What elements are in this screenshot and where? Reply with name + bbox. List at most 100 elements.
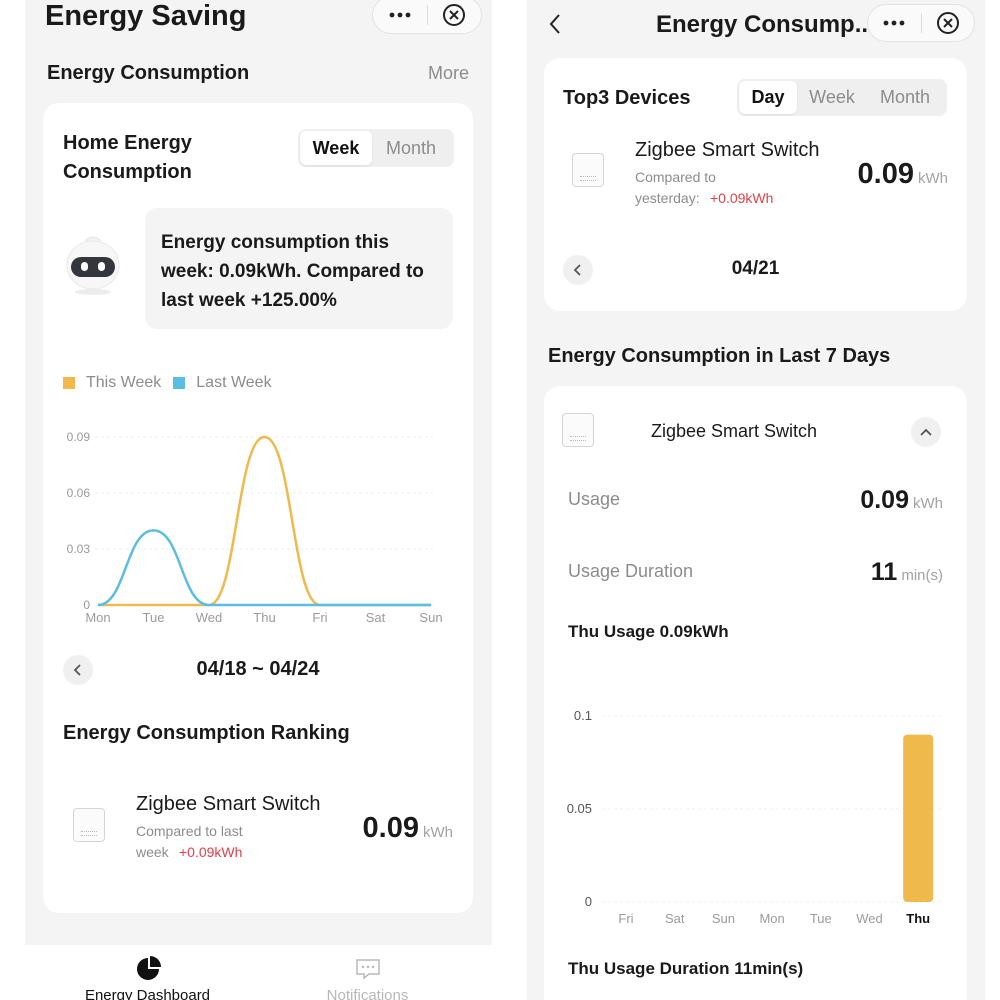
daily-bar-chart: 0.1 0.05 0 Fri Sat Sun Mon Tue Wed Thu	[567, 708, 944, 926]
x-tick-label: Fri	[618, 911, 633, 926]
x-tick-label: Sun	[712, 911, 735, 926]
more-link[interactable]: More	[428, 63, 469, 84]
x-tick-label: Sat	[665, 911, 685, 926]
duration-label: Usage Duration	[568, 561, 694, 581]
ranking-value-unit: kWh	[423, 824, 453, 841]
close-circle-icon	[936, 12, 959, 34]
right-phone-screen: Energy Consump... Top3 Devices Day Week …	[527, 0, 985, 1000]
top-device-value-number: 0.09	[857, 158, 914, 190]
duration-caption: Thu Usage Duration 11min(s)	[568, 959, 804, 978]
ranking-value-number: 0.09	[362, 812, 419, 844]
duration-value: 11 min(s)	[871, 558, 943, 587]
top-device-compare-delta: +0.09kWh	[710, 190, 774, 206]
smart-switch-icon	[562, 413, 594, 447]
close-button[interactable]	[427, 0, 481, 33]
nav-notifications-label: Notifications	[326, 987, 409, 1000]
device-detail-header[interactable]: Zigbee Smart Switch	[544, 401, 967, 461]
nav-energy-dashboard-label: Energy Dashboard	[84, 987, 211, 1000]
nav-energy-dashboard[interactable]: Energy Dashboard	[65, 945, 230, 1000]
more-dots-icon	[883, 20, 905, 26]
more-dots-icon	[389, 12, 411, 18]
legend-swatch-last-week	[173, 377, 186, 389]
pie-chart-icon	[137, 956, 161, 980]
ranking-list-item[interactable]: Zigbee Smart Switch Compared to last wee…	[43, 783, 473, 873]
usage-value: 0.09 kWh	[860, 486, 943, 515]
x-tick-label: Wed	[856, 911, 883, 926]
last7-title: Energy Consumption in Last 7 Days	[548, 345, 891, 367]
y-tick-label: 0.05	[567, 801, 592, 816]
x-tick-label: Sun	[419, 610, 442, 625]
more-options-button[interactable]	[373, 0, 427, 33]
mini-program-capsule-right	[867, 4, 975, 42]
message-bubble-icon	[356, 959, 380, 980]
period-switch: Week Month	[298, 129, 454, 167]
top-device-value: 0.09 kWh	[858, 158, 948, 191]
summary-bubble: Energy consumption this week: 0.09kWh. C…	[145, 208, 453, 329]
usage-label: Usage	[568, 489, 621, 509]
legend-this-week: This Week	[86, 374, 162, 391]
top3-devices-card: Top3 Devices Day Week Month Zigbee Smart…	[544, 58, 967, 311]
ranking-device-name: Zigbee Smart Switch	[136, 793, 321, 815]
top3-title: Top3 Devices	[563, 87, 691, 109]
chevron-up-icon	[920, 428, 932, 436]
left-phone-screen: Energy Saving Energy Consumption More Ho…	[25, 0, 492, 1000]
nav-notifications[interactable]: Notifications	[310, 945, 425, 1000]
smart-switch-icon	[73, 808, 105, 842]
bar-thu	[903, 734, 934, 902]
series-line-last-week	[97, 529, 431, 607]
y-tick-label: 0.09	[67, 430, 91, 444]
ranking-compare-label: Compared to last	[136, 823, 243, 839]
selected-date: 04/21	[731, 258, 780, 279]
ranking-title: Energy Consumption Ranking	[63, 722, 350, 744]
top-device-compare-label-2: yesterday:	[635, 190, 700, 206]
tab-day[interactable]: Day	[739, 81, 797, 114]
x-tick-label: Tue	[810, 911, 832, 926]
app-title: Energy Saving	[45, 0, 247, 32]
ranking-value: 0.09 kWh	[363, 812, 453, 845]
close-button-right[interactable]	[921, 5, 974, 41]
detail-device-name: Zigbee Smart Switch	[651, 421, 818, 441]
x-tick-label: Fri	[312, 610, 327, 625]
collapse-button[interactable]	[911, 417, 941, 447]
y-tick-label: 0.06	[67, 486, 91, 500]
legend-swatch-this-week	[63, 377, 75, 389]
y-tick-label: 0.03	[67, 542, 91, 556]
usage-value-number: 0.09	[860, 486, 909, 514]
x-tick-label: Mon	[85, 610, 110, 625]
duration-value-unit: min(s)	[901, 567, 943, 584]
card-title: Home Energy Consumption	[63, 132, 192, 183]
chart-legend: This Week Last Week	[63, 374, 272, 392]
ranking-compare-label-2: week	[136, 844, 169, 860]
x-tick-label: Tue	[143, 610, 165, 625]
x-tick-label: Wed	[196, 610, 223, 625]
weekly-line-chart: 0.090.060.030Mon Tue Wed Thu Fri Sat Sun	[67, 430, 443, 625]
y-tick-label: 0.1	[574, 708, 592, 723]
page-title: Energy Consump...	[656, 11, 875, 38]
top-device-item[interactable]: Zigbee Smart Switch Compared to yesterda…	[544, 133, 967, 213]
x-tick-label: Thu	[906, 911, 930, 926]
x-tick-label: Sat	[366, 610, 386, 625]
more-options-button-right[interactable]	[868, 5, 921, 41]
ranking-compare-delta: +0.09kWh	[179, 844, 243, 860]
tab-week[interactable]: Week	[300, 131, 372, 165]
top-device-name: Zigbee Smart Switch	[635, 139, 820, 161]
robot-mascot-icon	[66, 236, 120, 295]
usage-caption: Thu Usage 0.09kWh	[568, 622, 729, 641]
tab-week[interactable]: Week	[797, 81, 867, 114]
close-circle-icon	[443, 4, 466, 26]
top-device-compare-label: Compared to	[635, 169, 716, 185]
x-tick-label: Thu	[253, 610, 275, 625]
date-range: 04/18 ~ 04/24	[196, 658, 320, 680]
duration-value-number: 11	[870, 558, 898, 586]
tab-month[interactable]: Month	[867, 81, 943, 114]
day-week-month-switch: Day Week Month	[737, 79, 947, 116]
home-energy-card: Home Energy Consumption Week Month Energ…	[43, 103, 473, 913]
back-arrow-icon[interactable]	[547, 12, 563, 36]
smart-switch-icon	[572, 153, 604, 187]
top-device-value-unit: kWh	[918, 170, 948, 187]
summary-text: Energy consumption this week: 0.09kWh. C…	[161, 232, 424, 311]
tab-month[interactable]: Month	[372, 131, 450, 165]
x-tick-label: Mon	[759, 911, 784, 926]
bottom-nav: Energy Dashboard Notifications	[25, 945, 492, 1000]
mini-program-capsule	[372, 0, 482, 34]
